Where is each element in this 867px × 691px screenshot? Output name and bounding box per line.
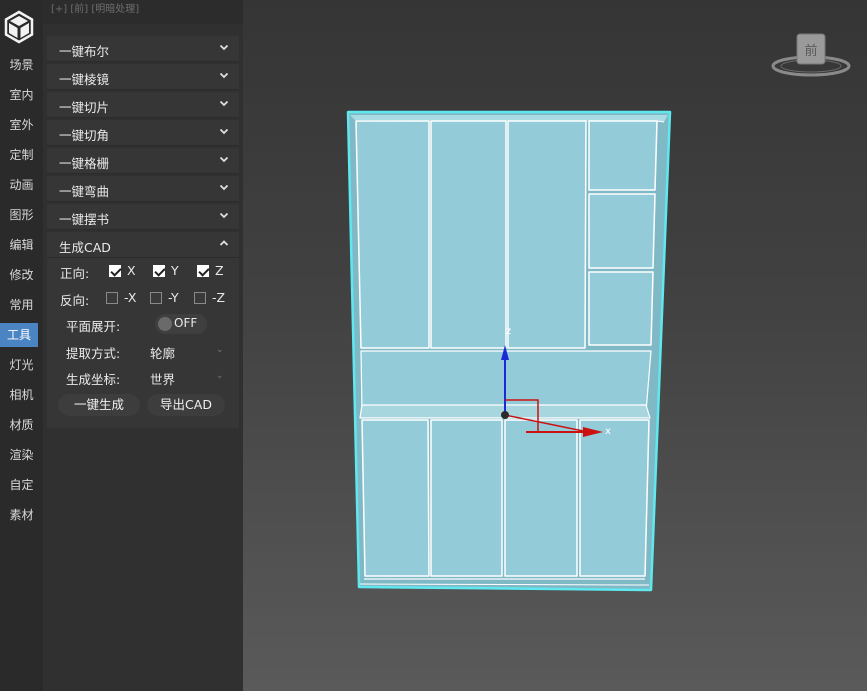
rail-item[interactable]: 编辑	[0, 233, 43, 257]
forward-z-checkbox[interactable]	[197, 265, 209, 277]
app-logo-icon	[4, 10, 34, 44]
menu-row[interactable]: 一键切片	[47, 92, 239, 118]
reverse-label: 反向:	[60, 293, 90, 308]
forward-y-label: Y	[171, 263, 179, 278]
viewport-label: [+] [前] [明暗处理]	[43, 0, 243, 24]
menu-row[interactable]: 一键切角	[47, 120, 239, 146]
rail-item[interactable]: 素材	[0, 503, 43, 527]
cad-section-title: 生成CAD	[59, 240, 111, 255]
chevron-down-icon	[219, 184, 229, 191]
menu-row-label: 一键布尔	[59, 44, 110, 59]
menu-row[interactable]: 一键棱镜	[47, 64, 239, 90]
menu-row-label: 一键切角	[59, 128, 110, 143]
menu-row-label: 一键弯曲	[59, 184, 110, 199]
viewport-scene: 前 z x	[346, 33, 851, 592]
forward-x-label: X	[127, 263, 136, 278]
forward-label: 正向:	[60, 266, 90, 281]
menu-row[interactable]: 一键格栅	[47, 148, 239, 174]
flat-unfold-label: 平面展开:	[66, 319, 121, 334]
chevron-up-icon	[219, 240, 229, 246]
category-rail: 场景室内室外定制动画图形编辑修改常用工具灯光相机材质渲染自定素材	[0, 0, 43, 691]
coord-select[interactable]: 世界	[150, 369, 175, 388]
cad-section-header[interactable]: 生成CAD	[47, 232, 239, 258]
rail-item[interactable]: 场景	[0, 53, 43, 77]
extract-method-select[interactable]: 轮廓	[150, 343, 175, 362]
tool-panel: [+] [前] [明暗处理] 一键布尔一键棱镜一键切片一键切角一键格栅一键弯曲一…	[43, 0, 243, 691]
rail-item[interactable]: 室外	[0, 113, 43, 137]
forward-x-checkbox[interactable]	[109, 265, 121, 277]
export-cad-button[interactable]: 导出CAD	[147, 394, 225, 416]
cabinet-model[interactable]	[346, 110, 672, 592]
rail-item[interactable]: 自定	[0, 473, 43, 497]
rail-item[interactable]: 灯光	[0, 353, 43, 377]
rail-item[interactable]: 常用	[0, 293, 43, 317]
chevron-down-icon	[219, 128, 229, 135]
axis-z-label: z	[506, 326, 511, 337]
toggle-state: OFF	[174, 316, 198, 330]
chevron-down-icon: ⌄	[216, 345, 224, 355]
rail-item[interactable]: 图形	[0, 203, 43, 227]
forward-z-label: Z	[215, 263, 224, 278]
rail-item[interactable]: 动画	[0, 173, 43, 197]
reverse-x-label: -X	[124, 290, 137, 305]
reverse-y-checkbox[interactable]	[150, 292, 162, 304]
menu-row-label: 一键棱镜	[59, 72, 110, 87]
rail-item[interactable]: 相机	[0, 383, 43, 407]
flat-unfold-toggle[interactable]: OFF	[155, 314, 207, 334]
menu-row-label: 一键格栅	[59, 156, 110, 171]
chevron-down-icon	[219, 100, 229, 107]
menu-row[interactable]: 一键弯曲	[47, 176, 239, 202]
menu-row-label: 一键摆书	[59, 212, 110, 227]
chevron-down-icon	[219, 156, 229, 163]
rail-item[interactable]: 定制	[0, 143, 43, 167]
generate-button[interactable]: 一键生成	[58, 394, 140, 416]
viewcube-label: 前	[804, 43, 817, 59]
forward-y-checkbox[interactable]	[153, 265, 165, 277]
menu-row-label: 一键切片	[59, 100, 110, 115]
extract-method-label: 提取方式:	[66, 346, 121, 361]
reverse-z-checkbox[interactable]	[194, 292, 206, 304]
chevron-down-icon: ⌄	[216, 371, 224, 381]
toggle-knob	[158, 317, 172, 331]
axis-x-label: x	[605, 426, 611, 437]
coord-label: 生成坐标:	[66, 372, 121, 387]
reverse-z-label: -Z	[212, 290, 226, 305]
chevron-down-icon	[219, 212, 229, 219]
menu-row[interactable]: 一键布尔	[47, 36, 239, 62]
rail-item[interactable]: 渲染	[0, 443, 43, 467]
menu-row[interactable]: 一键摆书	[47, 204, 239, 230]
rail-item[interactable]: 材质	[0, 413, 43, 437]
viewcube[interactable]: 前	[771, 33, 851, 77]
rail-item[interactable]: 工具	[0, 323, 38, 347]
chevron-down-icon	[219, 44, 229, 51]
rail-item[interactable]: 修改	[0, 263, 43, 287]
reverse-x-checkbox[interactable]	[106, 292, 118, 304]
3d-viewport[interactable]: 前 z x	[243, 0, 867, 691]
reverse-y-label: -Y	[168, 290, 179, 305]
chevron-down-icon	[219, 72, 229, 79]
rail-item[interactable]: 室内	[0, 83, 43, 107]
